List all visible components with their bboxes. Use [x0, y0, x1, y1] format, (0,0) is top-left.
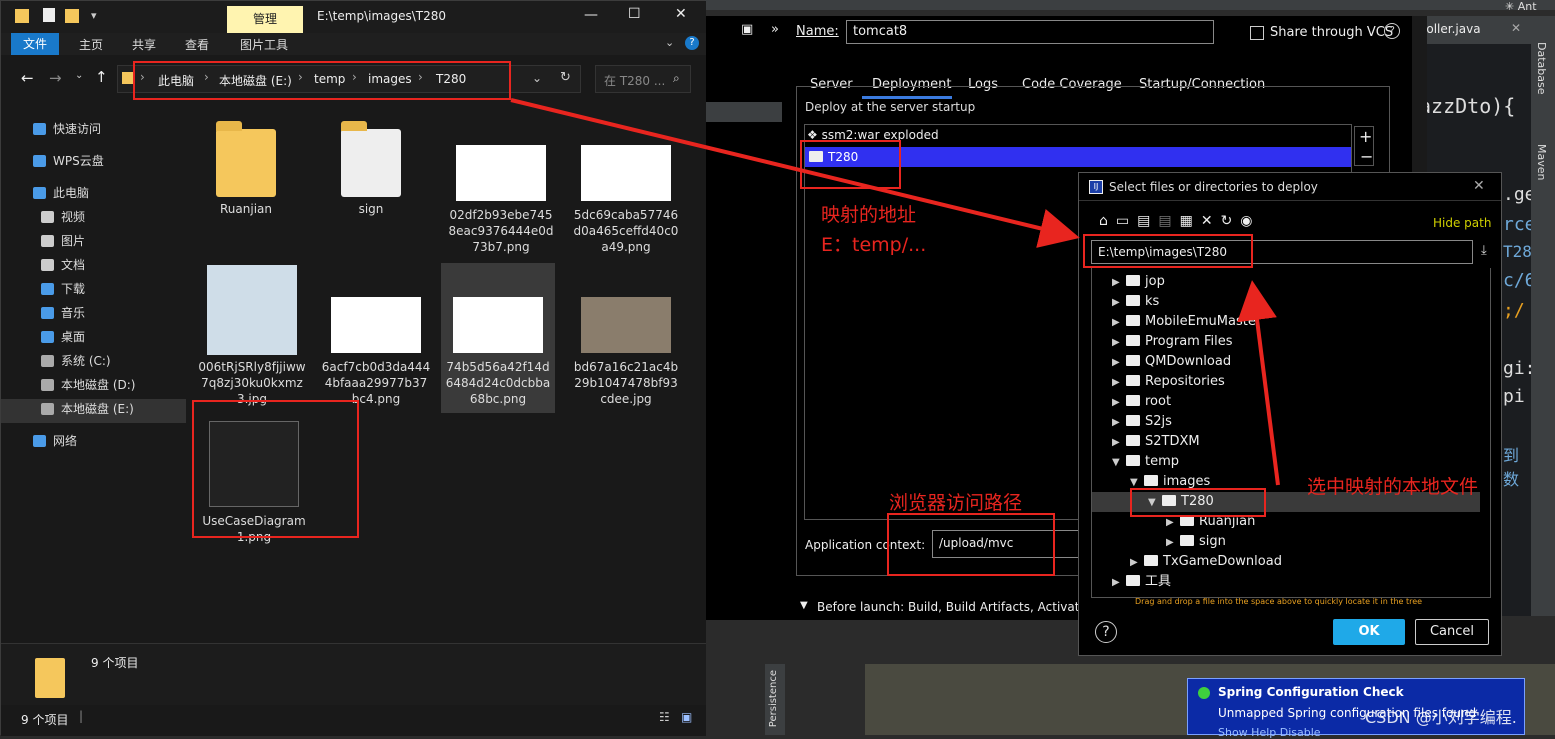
arrow-to-path [510, 98, 1080, 248]
arrow-to-path-up [1237, 280, 1280, 486]
annotation-arrows [510, 98, 1280, 486]
